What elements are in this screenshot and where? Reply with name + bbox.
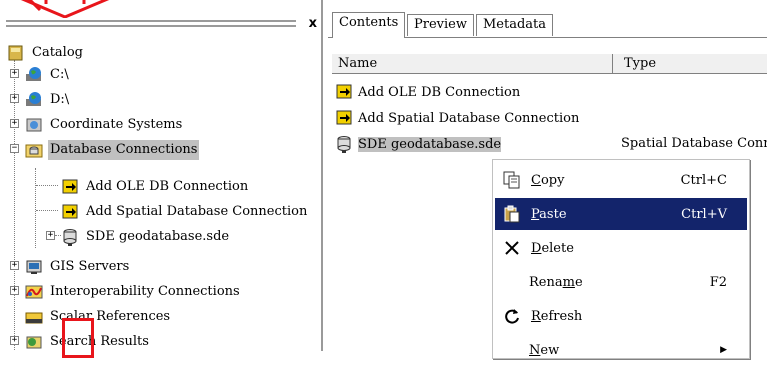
tree-connector <box>36 185 58 186</box>
menu-item-label: aste <box>539 206 567 222</box>
tree-node-label: Add Spatial Database Connection <box>86 203 308 219</box>
catalog-icon <box>8 45 23 60</box>
catalog-tree-pane: x Catalog + C:\ + D:\ + Coordinate Syste… <box>0 0 323 358</box>
tree-node-label: Coordinate Systems <box>50 116 183 132</box>
list-item-name: SDE geodatabase.sde <box>358 136 502 152</box>
tree-node-label: C:\ <box>50 66 69 82</box>
tree-connector <box>35 168 36 248</box>
add-connection-icon <box>336 110 352 125</box>
list-item-name: Add Spatial Database Connection <box>358 110 580 126</box>
add-connection-icon <box>62 204 78 218</box>
interoperability-icon <box>25 285 43 298</box>
expand-toggle[interactable]: + <box>46 231 55 240</box>
drive-globe-icon <box>26 66 41 81</box>
database-connections-icon <box>25 144 43 157</box>
refresh-icon <box>501 305 523 327</box>
tree-node-gis-servers[interactable]: GIS Servers <box>24 254 131 279</box>
menu-item-shortcut: Ctrl+V <box>681 206 727 222</box>
tree-node-label: Database Connections <box>48 139 200 160</box>
tree-node-add-spatial-db[interactable]: Add Spatial Database Connection <box>60 199 309 224</box>
menu-item-label: e <box>574 274 583 290</box>
list-item[interactable]: Add Spatial Database Connection <box>334 106 579 130</box>
tree-node-sde-geodatabase[interactable]: SDE geodatabase.sde <box>60 224 231 249</box>
tab-contents[interactable]: Contents <box>332 12 406 38</box>
tree-node-label: SDE geodatabase.sde <box>86 228 230 244</box>
menu-item-label: efresh <box>540 308 583 324</box>
menu-item-shortcut: Ctrl+C <box>680 172 727 188</box>
tree-node-label: Add OLE DB Connection <box>86 178 249 194</box>
menu-item-paste[interactable]: Paste Ctrl+V <box>495 198 747 230</box>
menu-item-label: ew <box>540 342 560 358</box>
sde-database-icon <box>337 136 351 153</box>
menu-item-shortcut: F2 <box>709 274 727 290</box>
column-header-type[interactable]: Type <box>618 54 656 74</box>
tree-node-label: GIS Servers <box>50 258 130 274</box>
tree-connector <box>14 60 15 350</box>
menu-item-label: Rena <box>529 274 563 290</box>
list-item[interactable]: Add OLE DB Connection <box>334 80 520 104</box>
scalar-references-icon <box>25 312 43 323</box>
menu-item-rename[interactable]: Rename F2 <box>495 266 747 298</box>
tree-node-c-drive[interactable]: C:\ <box>24 62 71 87</box>
expand-toggle[interactable]: + <box>10 261 19 270</box>
copy-icon <box>501 169 523 191</box>
menu-item-refresh[interactable]: Refresh <box>495 300 747 332</box>
tab-strip: Contents Preview Metadata <box>328 0 767 38</box>
add-connection-icon <box>336 84 352 99</box>
tab-preview[interactable]: Preview <box>407 14 474 36</box>
tree-node-scalar-references[interactable]: Scalar References <box>24 304 172 329</box>
menu-item-label: opy <box>540 172 565 188</box>
expand-toggle[interactable]: + <box>10 94 19 103</box>
close-button[interactable]: x <box>309 14 317 34</box>
menu-item-accesskey: R <box>531 308 541 324</box>
column-divider[interactable] <box>612 54 613 74</box>
expand-toggle[interactable]: + <box>10 286 19 295</box>
menu-item-delete[interactable]: Delete <box>495 232 747 264</box>
coordinate-systems-icon <box>26 118 42 131</box>
menu-item-new[interactable]: New ▶ <box>495 334 747 366</box>
sde-database-icon <box>63 228 77 246</box>
tree-node-database-connections[interactable]: Database Connections <box>24 137 200 162</box>
expand-toggle[interactable]: + <box>10 69 19 78</box>
expand-toggle[interactable]: + <box>10 336 19 345</box>
list-item-name: Add OLE DB Connection <box>358 84 521 100</box>
gis-servers-icon <box>26 260 42 274</box>
list-item-selected[interactable]: SDE geodatabase.sde <box>334 132 502 156</box>
pane-title-bar[interactable]: x <box>0 14 323 36</box>
collapse-toggle[interactable]: − <box>10 144 19 153</box>
list-item-type: Spatial Database Conn <box>621 136 767 151</box>
menu-item-accesskey: m <box>562 274 575 290</box>
menu-item-accesskey: N <box>529 342 541 358</box>
drive-globe-icon <box>26 91 41 106</box>
tree-node-label: D:\ <box>50 91 70 107</box>
annotation-highlight-box <box>62 318 94 358</box>
drag-grip[interactable] <box>6 20 296 27</box>
expand-toggle[interactable]: + <box>10 119 19 128</box>
tree-connector <box>36 210 58 211</box>
tree-node-label: Catalog <box>32 44 83 60</box>
tree-node-interoperability[interactable]: Interoperability Connections <box>24 279 242 304</box>
menu-item-accesskey: P <box>531 206 540 222</box>
list-header: Name Type <box>332 53 767 74</box>
tree-node-add-ole-db[interactable]: Add OLE DB Connection <box>60 174 250 199</box>
menu-item-accesskey: C <box>531 172 541 188</box>
search-results-icon <box>26 336 42 348</box>
tree-node-coordinate-systems[interactable]: Coordinate Systems <box>24 112 184 137</box>
context-menu: Copy Ctrl+C Paste Ctrl+V Delete Rename F… <box>492 159 750 359</box>
menu-item-copy[interactable]: Copy Ctrl+C <box>495 164 747 196</box>
column-header-name[interactable]: Name <box>332 54 377 74</box>
menu-item-label: elete <box>541 240 574 256</box>
submenu-arrow-icon: ▶ <box>720 345 727 355</box>
tree-node-label: Interoperability Connections <box>50 283 240 299</box>
tree-node-d-drive[interactable]: D:\ <box>24 87 71 112</box>
add-connection-icon <box>62 179 78 193</box>
delete-icon <box>501 237 523 259</box>
tab-metadata[interactable]: Metadata <box>476 14 554 36</box>
paste-icon <box>501 203 523 225</box>
menu-item-accesskey: D <box>531 240 542 256</box>
